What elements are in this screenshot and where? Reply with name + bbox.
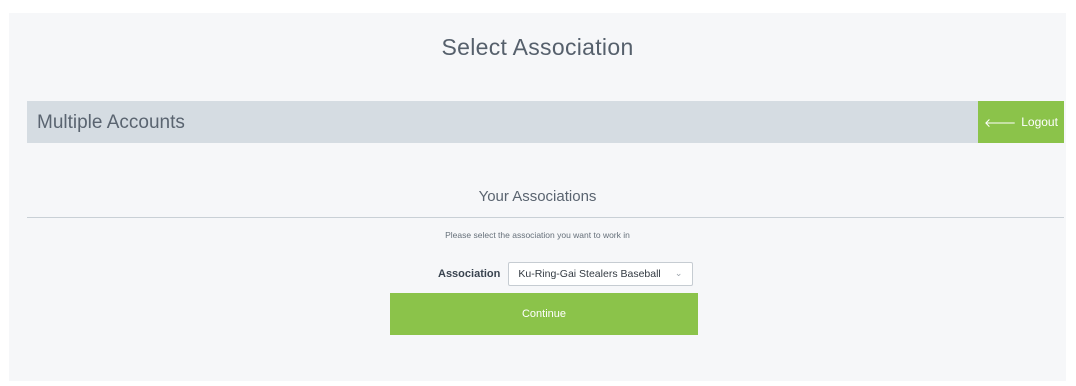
divider — [27, 217, 1064, 218]
association-row: Association Ku-Ring-Gai Stealers Basebal… — [438, 262, 694, 286]
page-title: Select Association — [441, 34, 634, 60]
association-select-value: Ku-Ring-Gai Stealers Baseball — [518, 268, 661, 280]
header-title: Multiple Accounts — [37, 112, 185, 133]
continue-button[interactable]: Continue — [390, 293, 698, 335]
instruction-text: Please select the association you want t… — [445, 230, 630, 240]
logout-label: Logout — [1021, 115, 1058, 129]
arrow-left-icon: 🡐 — [984, 115, 1017, 130]
header-bar: Multiple Accounts 🡐 Logout — [27, 101, 1064, 143]
chevron-down-icon: ⌄ — [674, 268, 683, 278]
logout-button[interactable]: 🡐 Logout — [978, 101, 1064, 143]
association-label: Association — [438, 268, 501, 280]
association-select[interactable]: Ku-Ring-Gai Stealers Baseball ⌄ — [508, 262, 694, 286]
section-title: Your Associations — [478, 188, 597, 205]
main-panel: Select Association Multiple Accounts 🡐 L… — [9, 13, 1066, 381]
